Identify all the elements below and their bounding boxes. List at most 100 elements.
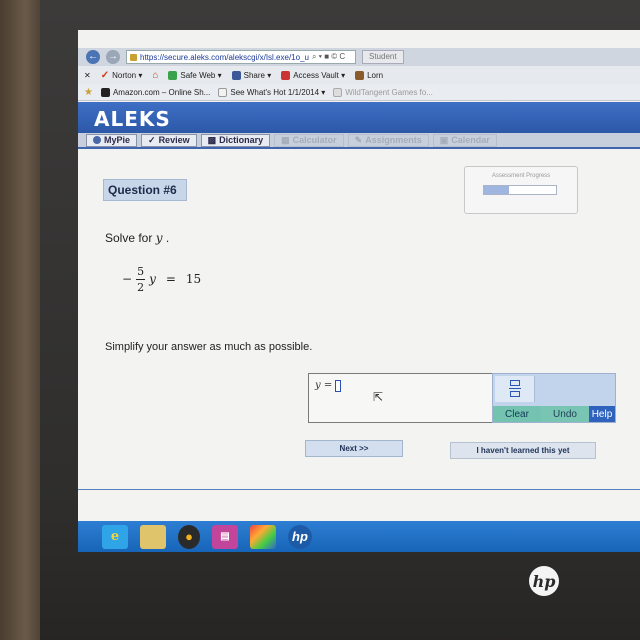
favorite-whats-hot-label: See What's Hot 1/1/2014 ▾: [230, 87, 326, 97]
media-player-icon[interactable]: ●: [178, 524, 200, 549]
assignments-icon: ✎: [354, 134, 363, 145]
favorite-wildtangent[interactable]: WildTangent Games fo...: [333, 87, 433, 97]
address-url: https://secure.aleks.com/alekscgi/x/Isl.…: [140, 52, 309, 62]
forward-arrow-icon[interactable]: →: [106, 50, 120, 64]
assessment-progress: Assessment Progress: [464, 166, 578, 214]
prompt-suffix: .: [165, 231, 170, 245]
safe-web-label: Safe Web ▾: [180, 70, 222, 80]
vault-icon: [281, 70, 291, 80]
answer-cursor-field[interactable]: [335, 380, 341, 392]
favorite-whats-hot[interactable]: See What's Hot 1/1/2014 ▾: [218, 87, 326, 97]
favorite-amazon[interactable]: Amazon.com – Online Sh...: [100, 87, 211, 97]
tab-assignments[interactable]: ✎ Assignments: [347, 133, 429, 147]
windows-taskbar: e ● ▤ hp: [78, 521, 640, 552]
answer-label: y =: [315, 380, 333, 391]
color-app-icon[interactable]: [250, 524, 276, 549]
clear-button[interactable]: Clear: [493, 406, 541, 422]
book-icon: ▩: [207, 134, 217, 145]
math-tool-panel: Clear Undo Help: [492, 373, 616, 423]
fraction-numerator: 5: [137, 264, 145, 278]
share-menu[interactable]: Share ▾: [231, 70, 272, 80]
safe-web-menu[interactable]: Safe Web ▾: [168, 70, 222, 80]
equation: − 5 2 y = 15: [122, 259, 201, 299]
app-icon[interactable]: ▤: [212, 524, 238, 549]
favorites-bar: ★ Amazon.com – Online Sh... See What's H…: [78, 84, 640, 101]
browser-address-row: ← → https://secure.aleks.com/alekscgi/x/…: [78, 48, 640, 66]
address-bar-icons[interactable]: ⌕ ▾ ■ © C: [312, 52, 345, 62]
question-prompt: Solve for y .: [105, 231, 169, 245]
undo-button[interactable]: Undo: [541, 406, 589, 422]
tab-dictionary[interactable]: ▩ Dictionary: [200, 133, 271, 147]
progress-track: [483, 185, 557, 195]
tab-review-label: Review: [158, 135, 190, 145]
back-arrow-icon[interactable]: ←: [86, 50, 100, 64]
tab-calculator[interactable]: ▦ Calculator: [274, 133, 344, 147]
content-divider: [78, 489, 640, 490]
facebook-icon: [231, 70, 241, 80]
not-learned-button[interactable]: I haven't learned this yet: [450, 442, 596, 459]
amazon-icon: [100, 87, 110, 97]
norton-check-icon: ✓: [100, 69, 110, 81]
login-icon: [355, 70, 365, 80]
question-title: Question #6: [103, 179, 187, 201]
login-label: Lorn: [367, 70, 384, 80]
progress-label: Assessment Progress: [491, 173, 551, 179]
tab-calculator-label: Calculator: [292, 135, 337, 145]
favorites-star-icon[interactable]: ★: [84, 87, 93, 98]
browser-tab-label: Student: [369, 52, 397, 61]
fraction-icon: [509, 380, 521, 398]
answer-input[interactable]: y = ⇱: [308, 373, 493, 423]
tab-review[interactable]: ✓ Review: [141, 133, 197, 147]
help-button[interactable]: Help: [589, 406, 615, 422]
mouse-pointer-icon: ⇱: [373, 390, 384, 404]
fraction-bar: [136, 278, 146, 280]
favorite-wildtangent-label: WildTangent Games fo...: [345, 87, 433, 97]
norton-menu[interactable]: ✓ Norton ▾: [101, 70, 143, 81]
next-button[interactable]: Next >>: [305, 440, 403, 457]
equation-variable: y: [149, 272, 156, 286]
access-vault-label: Access Vault ▾: [293, 70, 346, 80]
address-bar[interactable]: https://secure.aleks.com/alekscgi/x/Isl.…: [126, 50, 356, 64]
safe-web-icon: [168, 70, 178, 80]
tab-mypie-label: MyPie: [104, 135, 131, 145]
page-icon: [218, 87, 228, 97]
tab-dictionary-label: Dictionary: [219, 135, 264, 145]
close-toolbar-icon[interactable]: ✕: [84, 71, 91, 80]
fraction-button[interactable]: [495, 376, 535, 402]
login-menu[interactable]: Lorn: [355, 70, 384, 80]
prompt-variable: y: [155, 231, 163, 245]
tab-mypie[interactable]: MyPie: [86, 133, 138, 147]
calculator-icon: ▦: [281, 134, 290, 145]
site-lock-icon: [130, 53, 137, 61]
access-vault-menu[interactable]: Access Vault ▾: [281, 70, 346, 80]
browser-toolbar: ✕ ✓ Norton ▾ ⌂ Safe Web ▾ Share ▾ Access…: [78, 66, 640, 84]
hp-icon[interactable]: hp: [288, 524, 312, 549]
tab-calendar[interactable]: ▣ Calendar: [432, 133, 497, 147]
pie-icon: [93, 136, 101, 144]
equation-sign: −: [122, 272, 133, 286]
page-icon: [333, 87, 343, 97]
equation-equals: =: [165, 272, 176, 286]
file-explorer-icon[interactable]: [140, 524, 166, 549]
fraction-denominator: 2: [137, 280, 145, 294]
check-icon: ✓: [148, 134, 156, 145]
aleks-header: ALEKS: [78, 102, 640, 133]
equation-rhs: 15: [185, 272, 202, 286]
share-label: Share ▾: [243, 70, 272, 80]
browser-tab[interactable]: Student: [362, 50, 404, 64]
hp-laptop-logo: hp: [529, 566, 559, 596]
internet-explorer-icon[interactable]: e: [102, 524, 128, 549]
prompt-prefix: Solve for: [105, 231, 153, 245]
question-content: Question #6 Assessment Progress Solve fo…: [78, 151, 640, 521]
norton-label: Norton ▾: [112, 70, 143, 80]
tab-calendar-label: Calendar: [451, 135, 490, 145]
home-icon[interactable]: ⌂: [152, 70, 158, 81]
tab-assignments-label: Assignments: [365, 135, 422, 145]
progress-fill: [484, 186, 510, 194]
favorite-amazon-label: Amazon.com – Online Sh...: [112, 87, 211, 97]
equation-fraction: 5 2: [136, 264, 146, 294]
laptop-screen: ← → https://secure.aleks.com/alekscgi/x/…: [78, 30, 640, 552]
calendar-icon: ▣: [439, 134, 449, 145]
aleks-nav: MyPie ✓ Review ▩ Dictionary ▦ Calculator…: [78, 133, 640, 149]
aleks-logo: ALEKS: [94, 107, 171, 131]
